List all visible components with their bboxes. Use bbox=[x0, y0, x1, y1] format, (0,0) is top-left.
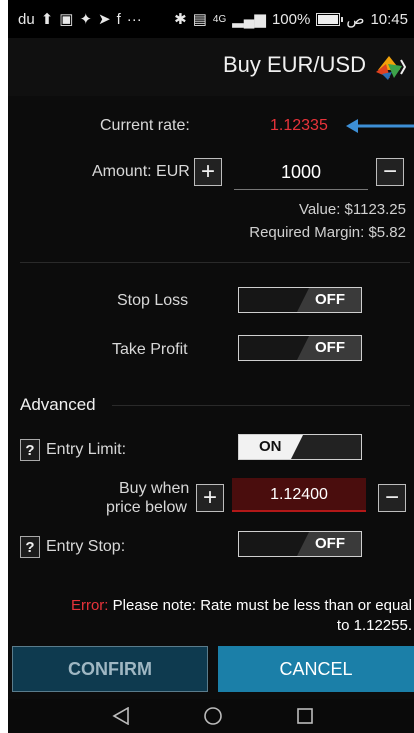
recent-apps-icon[interactable] bbox=[296, 707, 314, 725]
stop-loss-state: OFF bbox=[315, 291, 345, 308]
advanced-divider bbox=[112, 405, 410, 406]
status-right: ✱ ▤ 4G ▂▄▆ 100% ص 10:45 bbox=[174, 10, 408, 29]
confirm-button[interactable]: CONFIRM bbox=[12, 646, 208, 692]
notification-icon: ⬆ bbox=[40, 11, 54, 28]
advanced-section-title: Advanced bbox=[20, 395, 96, 414]
status-left: du ⬆ ▣ ✦ ➤ f ··· bbox=[18, 10, 142, 29]
title-bar: Buy EUR/USD bbox=[8, 38, 414, 96]
instagram-icon: ▣ bbox=[59, 11, 74, 28]
app-logo bbox=[376, 56, 406, 80]
error-text-1: Please note: Rate must be less than or e… bbox=[112, 597, 412, 614]
position-value-text: Value: $1123.25 bbox=[298, 201, 406, 218]
status-bar: du ⬆ ▣ ✦ ➤ f ··· ✱ ▤ 4G ▂▄▆ 100% ص 10:45 bbox=[8, 0, 414, 38]
carrier-label: du bbox=[18, 10, 35, 28]
entry-stop-toggle[interactable]: OFF bbox=[238, 531, 362, 557]
entry-limit-label: Entry Limit: bbox=[46, 441, 127, 458]
trade-screen: du ⬆ ▣ ✦ ➤ f ··· ✱ ▤ 4G ▂▄▆ 100% ص 10:45… bbox=[8, 0, 414, 733]
amount-increase-button[interactable]: + bbox=[194, 158, 222, 186]
amount-label: Amount: EUR bbox=[92, 163, 190, 180]
more-notifications-icon: ··· bbox=[126, 10, 142, 28]
stop-loss-toggle[interactable]: OFF bbox=[238, 287, 362, 313]
required-margin-text: Required Margin: $5.82 bbox=[249, 224, 406, 241]
cancel-button[interactable]: CANCEL bbox=[218, 646, 414, 692]
system-nav-bar bbox=[8, 699, 414, 733]
error-line-1: Error: Please note: Rate must be less th… bbox=[71, 597, 412, 614]
entry-stop-label: Entry Stop: bbox=[46, 538, 126, 555]
facebook-icon: f bbox=[116, 10, 121, 28]
twitter-icon: ✦ bbox=[79, 11, 93, 28]
clock: 10:45 bbox=[370, 10, 408, 28]
take-profit-state: OFF bbox=[315, 339, 345, 356]
back-icon[interactable] bbox=[112, 707, 130, 725]
amount-input[interactable]: 1000 bbox=[234, 155, 368, 190]
telegram-icon: ➤ bbox=[98, 11, 111, 28]
take-profit-toggle[interactable]: OFF bbox=[238, 335, 362, 361]
amount-decrease-button[interactable]: − bbox=[376, 158, 404, 186]
current-rate-label: Current rate: bbox=[100, 117, 190, 134]
signal-icon: ▂▄▆ bbox=[232, 11, 266, 28]
buy-when-label: Buy when bbox=[119, 480, 190, 497]
error-text-2: to 1.12255. bbox=[336, 617, 412, 634]
error-label: Error: bbox=[70, 597, 109, 614]
arrow-left-icon bbox=[346, 119, 414, 133]
price-increase-button[interactable]: + bbox=[196, 484, 224, 512]
nfc-icon: ▤ bbox=[192, 11, 207, 28]
entry-limit-state: ON bbox=[259, 438, 282, 455]
entry-stop-state: OFF bbox=[315, 535, 345, 552]
entry-stop-help-icon[interactable]: ? bbox=[20, 536, 40, 558]
time-suffix: ص bbox=[346, 11, 365, 28]
bluetooth-icon: ✱ bbox=[174, 11, 187, 28]
current-rate-value: 1.12335 bbox=[270, 117, 328, 134]
take-profit-label: Take Profit bbox=[112, 341, 188, 358]
battery-percent: 100% bbox=[271, 10, 311, 28]
entry-price-input[interactable]: 1.12400 bbox=[232, 478, 366, 512]
battery-icon bbox=[316, 12, 344, 26]
stop-loss-label: Stop Loss bbox=[117, 292, 189, 309]
section-divider bbox=[20, 262, 410, 263]
price-below-label: price below bbox=[106, 499, 187, 516]
price-decrease-button[interactable]: − bbox=[378, 484, 406, 512]
entry-limit-toggle[interactable]: ON bbox=[238, 434, 362, 460]
entry-limit-help-icon[interactable]: ? bbox=[20, 439, 40, 461]
page-title: Buy EUR/USD bbox=[222, 52, 366, 77]
home-icon[interactable] bbox=[204, 707, 222, 725]
network-type: 4G bbox=[212, 13, 227, 25]
